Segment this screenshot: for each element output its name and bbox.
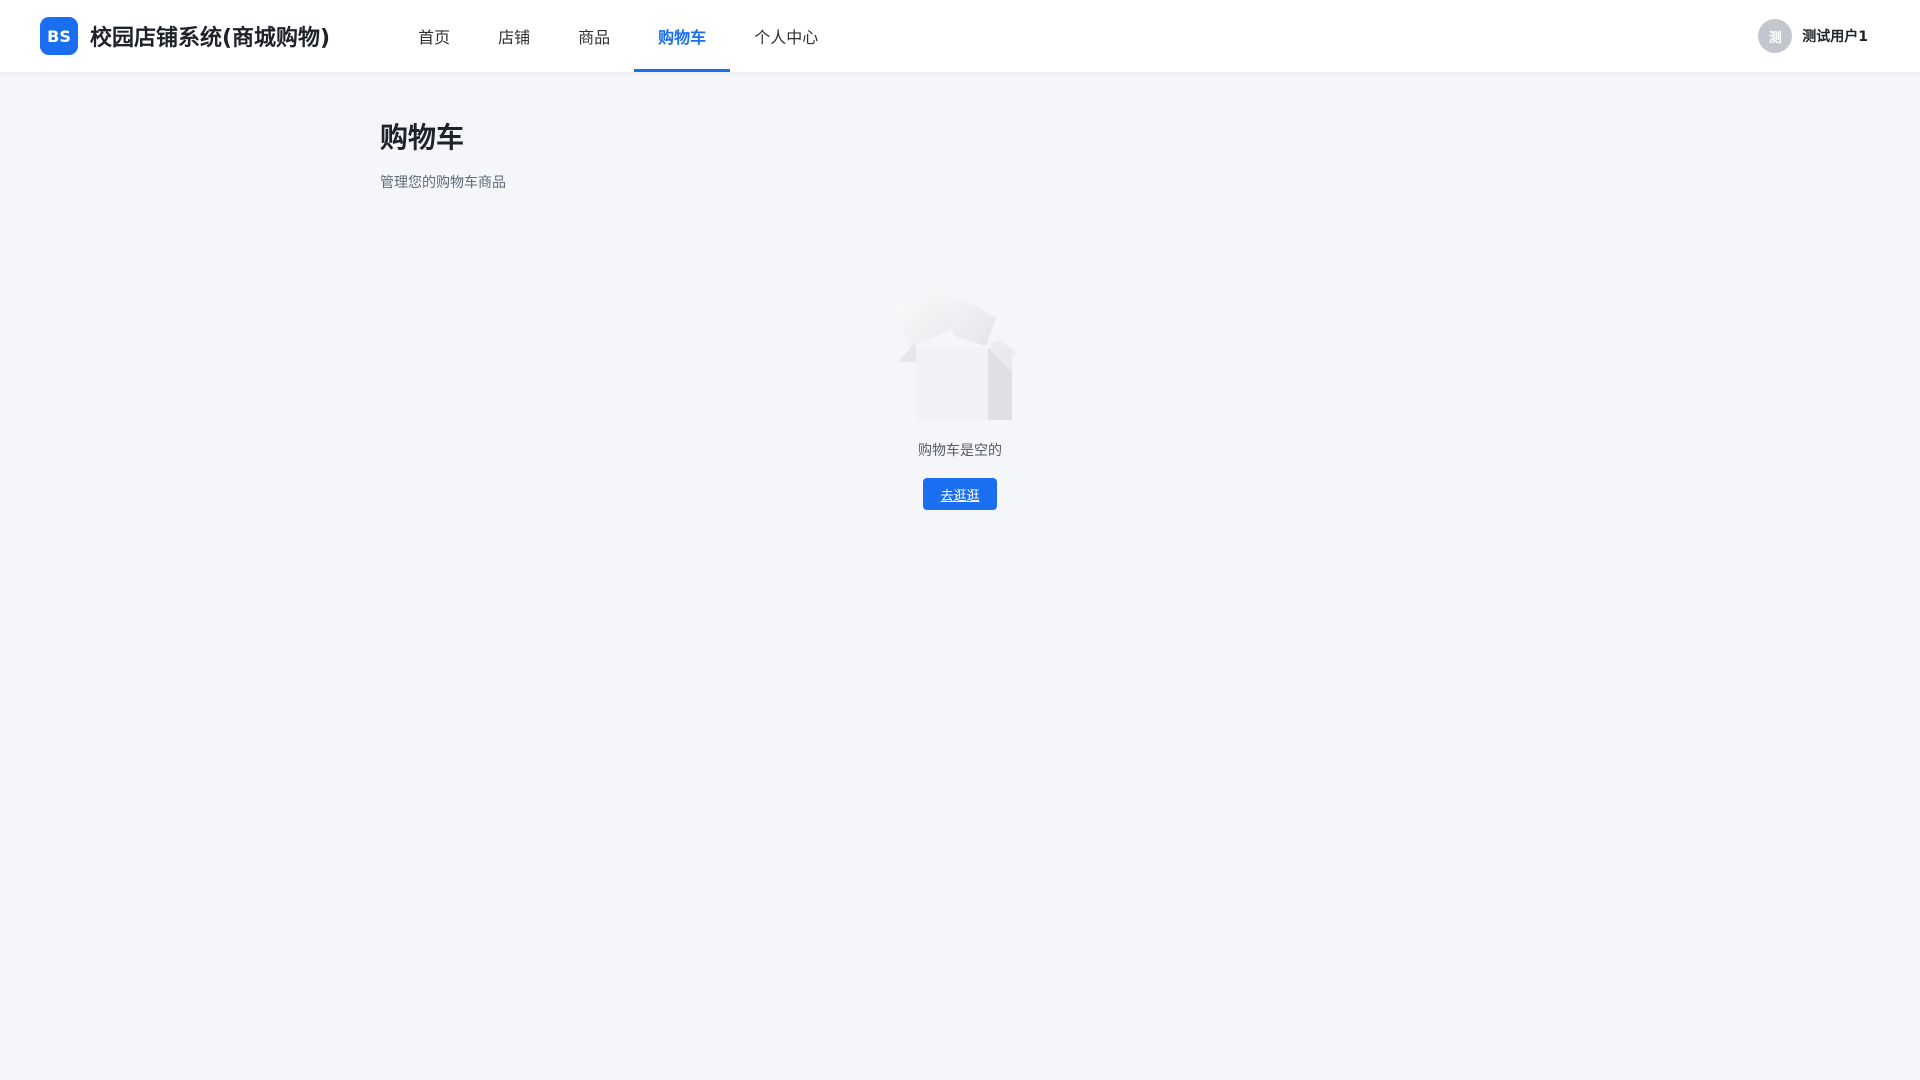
- logo-badge: BS: [40, 17, 78, 55]
- nav-item-home[interactable]: 首页: [394, 0, 474, 72]
- user-menu[interactable]: 测 测试用户1: [1758, 0, 1868, 72]
- avatar: 测: [1758, 19, 1793, 53]
- brand-title: 校园店铺系统(商城购物): [90, 26, 331, 51]
- nav-item-products[interactable]: 商品: [554, 0, 634, 72]
- nav-item-cart[interactable]: 购物车: [634, 0, 731, 72]
- empty-box-icon: [896, 290, 1018, 420]
- nav-item-shops[interactable]: 店铺: [474, 0, 554, 72]
- top-navbar: BS 校园店铺系统(商城购物) 首页 店铺 商品 购物车 个人中心 测 测试用户…: [0, 0, 1920, 72]
- brand[interactable]: BS 校园店铺系统(商城购物): [40, 17, 330, 55]
- main-content: 购物车 管理您的购物车商品 购物车是空的 去逛逛: [380, 72, 1540, 510]
- go-shopping-button[interactable]: 去逛逛: [923, 478, 997, 510]
- user-name: 测试用户1: [1802, 29, 1868, 45]
- page-title: 购物车: [380, 121, 465, 154]
- empty-message: 购物车是空的: [918, 443, 1002, 459]
- empty-state: 购物车是空的 去逛逛: [380, 262, 1540, 510]
- page-subtitle: 管理您的购物车商品: [380, 175, 506, 191]
- main-nav: 首页 店铺 商品 购物车 个人中心: [394, 0, 842, 72]
- nav-item-profile[interactable]: 个人中心: [730, 0, 842, 72]
